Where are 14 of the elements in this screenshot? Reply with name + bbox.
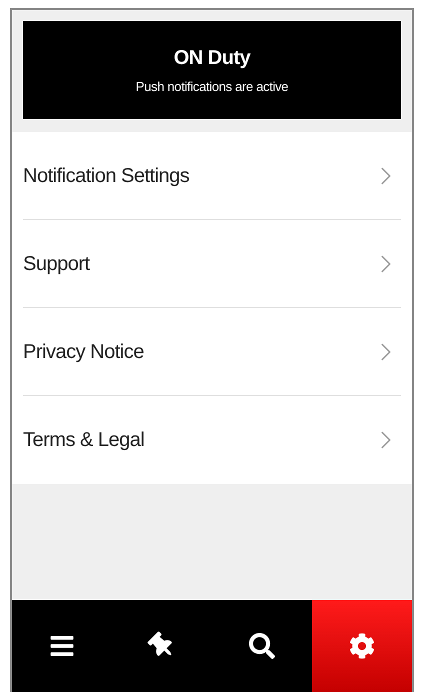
status-title: ON Duty xyxy=(174,46,250,72)
menu-item[interactable]: Notification Settings xyxy=(23,132,401,220)
menu-item[interactable]: Privacy Notice xyxy=(23,308,401,396)
status-subtitle: Push notifications are active xyxy=(136,78,288,96)
menu-item[interactable]: Support xyxy=(23,220,401,308)
menu-label: Terms & Legal xyxy=(23,428,144,453)
menu-label: Support xyxy=(23,252,90,276)
search-icon xyxy=(249,633,275,659)
menu-label: Privacy Notice xyxy=(23,340,144,364)
menu-item[interactable]: Terms & Legal xyxy=(23,396,401,484)
nav-tab[interactable] xyxy=(312,600,412,692)
menu-icon xyxy=(49,633,75,659)
menu-label: Notification Settings xyxy=(23,164,190,188)
settings-icon xyxy=(349,633,375,659)
